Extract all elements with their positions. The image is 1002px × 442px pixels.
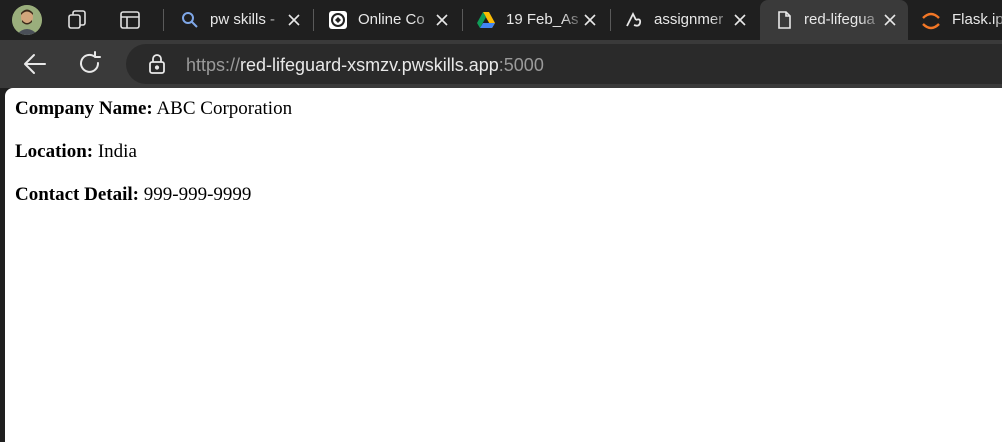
jupyter-icon <box>920 10 940 30</box>
tab-online-compiler[interactable]: Online Co <box>314 0 460 40</box>
tab-google-drive[interactable]: 19 Feb_As <box>462 0 608 40</box>
page-icon <box>774 10 794 30</box>
profile-avatar[interactable] <box>12 5 42 35</box>
tab-pw-skills[interactable]: pw skills - <box>166 0 312 40</box>
location-label: Location: <box>15 141 94 162</box>
page-viewport: Company Name: ABC Corporation Location: … <box>5 88 1002 442</box>
tab-flask[interactable]: Flask.ip <box>908 0 1002 40</box>
tab-title: pw skills - <box>210 11 276 28</box>
assignment-favicon <box>624 10 644 30</box>
close-icon[interactable] <box>286 12 302 28</box>
close-icon[interactable] <box>732 12 748 28</box>
tab-title: assignmer <box>654 11 724 28</box>
tab-title: Online Co <box>358 11 425 28</box>
tab-bar: pw skills - Online Co 19 Feb_As assignme… <box>0 0 1002 40</box>
location-line: Location: India <box>15 141 137 163</box>
google-drive-icon <box>476 10 496 30</box>
location-value: India <box>97 141 137 162</box>
workspaces-icon[interactable] <box>66 8 90 32</box>
company-name-line: Company Name: ABC Corporation <box>15 98 292 120</box>
online-compiler-favicon <box>328 10 348 30</box>
tab-separator <box>163 9 164 31</box>
tab-title: 19 Feb_As <box>506 11 579 28</box>
search-icon <box>180 10 200 30</box>
tab-title: red-lifegua <box>804 11 875 28</box>
refresh-icon[interactable] <box>76 50 104 78</box>
tab-title: Flask.ip <box>952 11 1002 28</box>
contact-detail-value: 999-999-9999 <box>143 184 252 205</box>
company-name-label: Company Name: <box>15 98 153 119</box>
close-icon[interactable] <box>882 12 898 28</box>
company-name-value: ABC Corporation <box>156 98 293 119</box>
vertical-tabs-icon[interactable] <box>118 8 142 32</box>
back-arrow-icon[interactable] <box>21 50 49 78</box>
lock-icon[interactable] <box>148 54 166 74</box>
close-icon[interactable] <box>434 12 450 28</box>
url-host: red-lifeguard-xsmzv.pwskills.app <box>240 55 499 75</box>
close-icon[interactable] <box>582 12 598 28</box>
url-scheme: https:// <box>186 55 241 75</box>
address-bar[interactable]: https://red-lifeguard-xsmzv.pwskills.app… <box>126 44 1002 84</box>
tab-assignment[interactable]: assignmer <box>610 0 758 40</box>
url-text[interactable]: https://red-lifeguard-xsmzv.pwskills.app… <box>186 54 544 76</box>
contact-detail-line: Contact Detail: 999-999-9999 <box>15 184 251 206</box>
tab-red-lifeguard[interactable]: red-lifegua <box>760 0 908 40</box>
url-port: :5000 <box>498 55 544 75</box>
contact-detail-label: Contact Detail: <box>15 184 139 205</box>
browser-toolbar: https://red-lifeguard-xsmzv.pwskills.app… <box>0 40 1002 88</box>
